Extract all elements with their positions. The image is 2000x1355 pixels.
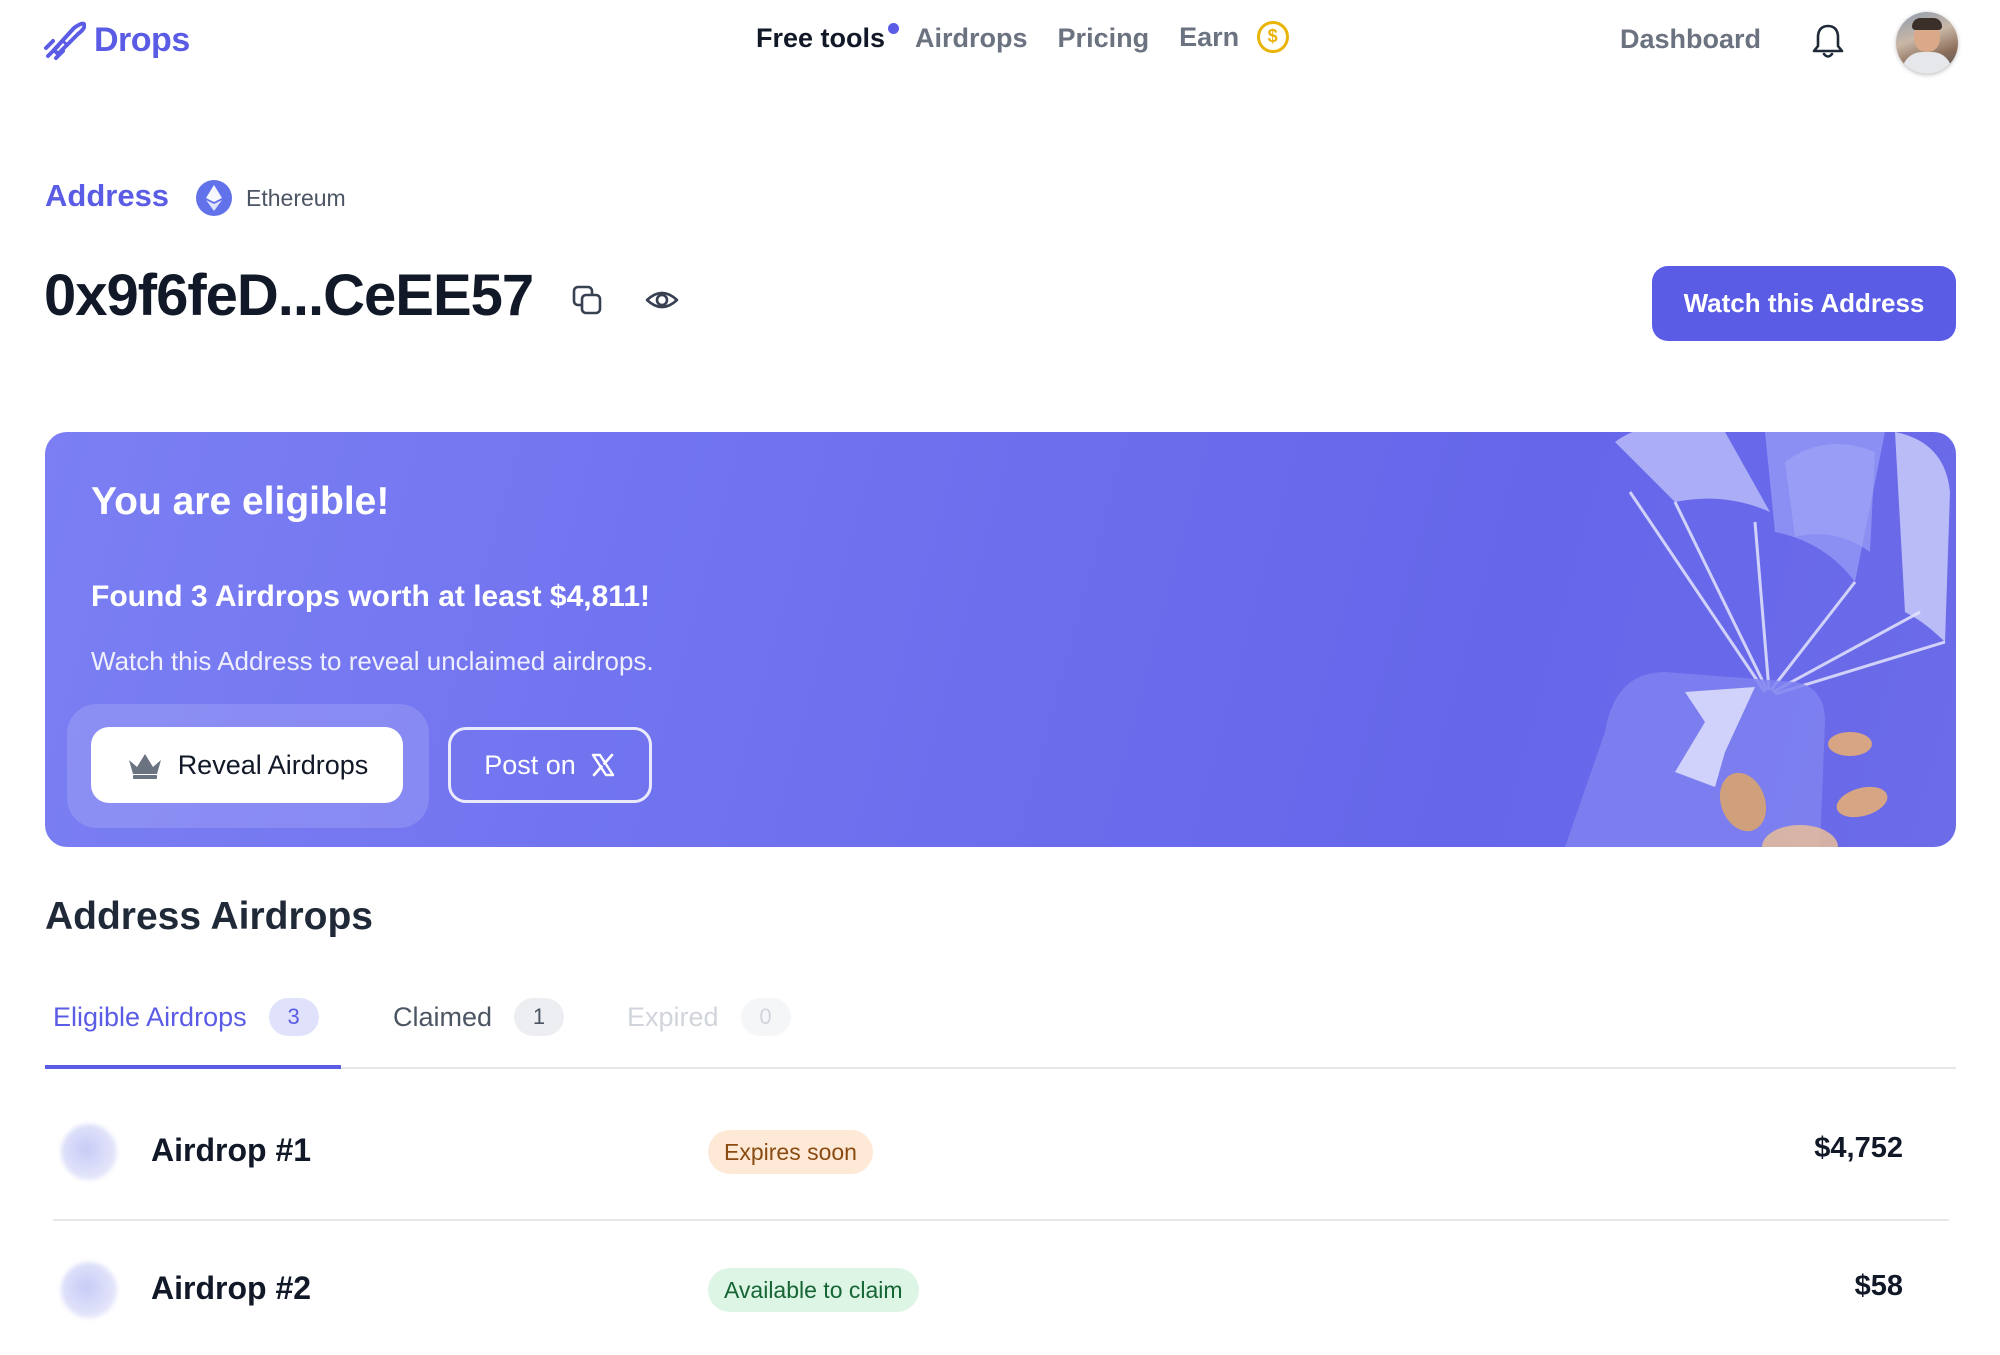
claimed-count-badge: 1 — [514, 998, 565, 1036]
x-logo-icon — [591, 753, 614, 777]
banner-subtitle: Watch this Address to reveal unclaimed a… — [91, 646, 654, 676]
nav-pricing[interactable]: Pricing — [1058, 23, 1150, 54]
main-nav: Free tools Airdrops Pricing Earn $ — [756, 20, 1319, 55]
nav-earn-label: Earn — [1179, 22, 1240, 52]
status-badge: Expires soon — [708, 1130, 873, 1174]
wallet-address: 0x9f6feD...CeEE57 — [44, 263, 534, 328]
dashboard-link[interactable]: Dashboard — [1620, 24, 1761, 55]
nav-free-tools-label: Free tools — [756, 22, 886, 53]
airdrop-value: $4,752 — [1814, 1132, 1903, 1164]
eye-icon[interactable] — [644, 283, 680, 317]
brand-name: Drops — [94, 20, 190, 59]
tab-claimed-label: Claimed — [393, 1002, 493, 1032]
airdrop-value: $58 — [1854, 1270, 1903, 1302]
chain-name: Ethereum — [246, 184, 346, 211]
airdrop-logo-blurred — [61, 1262, 117, 1318]
airdrop-name: Airdrop #1 — [151, 1132, 312, 1168]
tab-expired-label: Expired — [627, 1002, 719, 1032]
user-avatar[interactable] — [1896, 12, 1958, 74]
airdrop-row[interactable]: Airdrop #1 Expires soon $4,752 — [53, 1084, 1949, 1221]
address-heading: Address — [45, 178, 170, 213]
tab-eligible-airdrops[interactable]: Eligible Airdrops 3 — [45, 985, 341, 1069]
nav-earn[interactable]: Earn $ — [1179, 20, 1289, 55]
reveal-airdrops-button[interactable]: Reveal Airdrops — [91, 727, 403, 803]
airdrop-tabs: Eligible Airdrops 3 Claimed 1 Expired 0 — [45, 985, 1956, 1069]
expired-count-badge: 0 — [740, 998, 791, 1036]
crown-icon — [128, 754, 161, 779]
chain-indicator: Ethereum — [196, 180, 346, 216]
banner-found-text: Found 3 Airdrops worth at least $4,811! — [91, 580, 651, 613]
banner-title: You are eligible! — [91, 480, 390, 523]
tab-eligible-label: Eligible Airdrops — [53, 1002, 247, 1032]
post-on-label: Post on — [484, 749, 576, 780]
drops-logo[interactable]: Drops — [44, 20, 190, 60]
copy-icon[interactable] — [570, 283, 604, 317]
address-airdrops-title: Address Airdrops — [45, 895, 373, 938]
new-indicator-dot — [888, 22, 900, 34]
airdrop-row[interactable]: Airdrop #2 Available to claim $58 — [53, 1222, 1949, 1355]
eligibility-banner: You are eligible! Found 3 Airdrops worth… — [45, 432, 1956, 847]
reveal-airdrops-label: Reveal Airdrops — [177, 749, 369, 780]
rocket-icon — [44, 21, 86, 60]
tab-claimed[interactable]: Claimed 1 — [393, 985, 565, 1069]
bell-icon[interactable] — [1810, 22, 1846, 60]
top-nav-bar: Drops Free tools Airdrops Pricing Earn $… — [0, 0, 2000, 84]
watch-address-button[interactable]: Watch this Address — [1652, 266, 1956, 341]
dollar-coin-icon: $ — [1256, 20, 1289, 53]
nav-free-tools[interactable]: Free tools — [756, 22, 900, 54]
nav-airdrops[interactable]: Airdrops — [915, 23, 1028, 54]
airdrop-name: Airdrop #2 — [151, 1270, 312, 1306]
status-badge: Available to claim — [708, 1268, 919, 1312]
airdrop-logo-blurred — [61, 1124, 117, 1180]
eligible-count-badge: 3 — [268, 998, 319, 1036]
parachute-gift-illustration — [1565, 432, 1950, 847]
tab-expired[interactable]: Expired 0 — [627, 985, 791, 1069]
post-on-x-button[interactable]: Post on — [448, 727, 652, 803]
ethereum-icon — [196, 180, 232, 216]
